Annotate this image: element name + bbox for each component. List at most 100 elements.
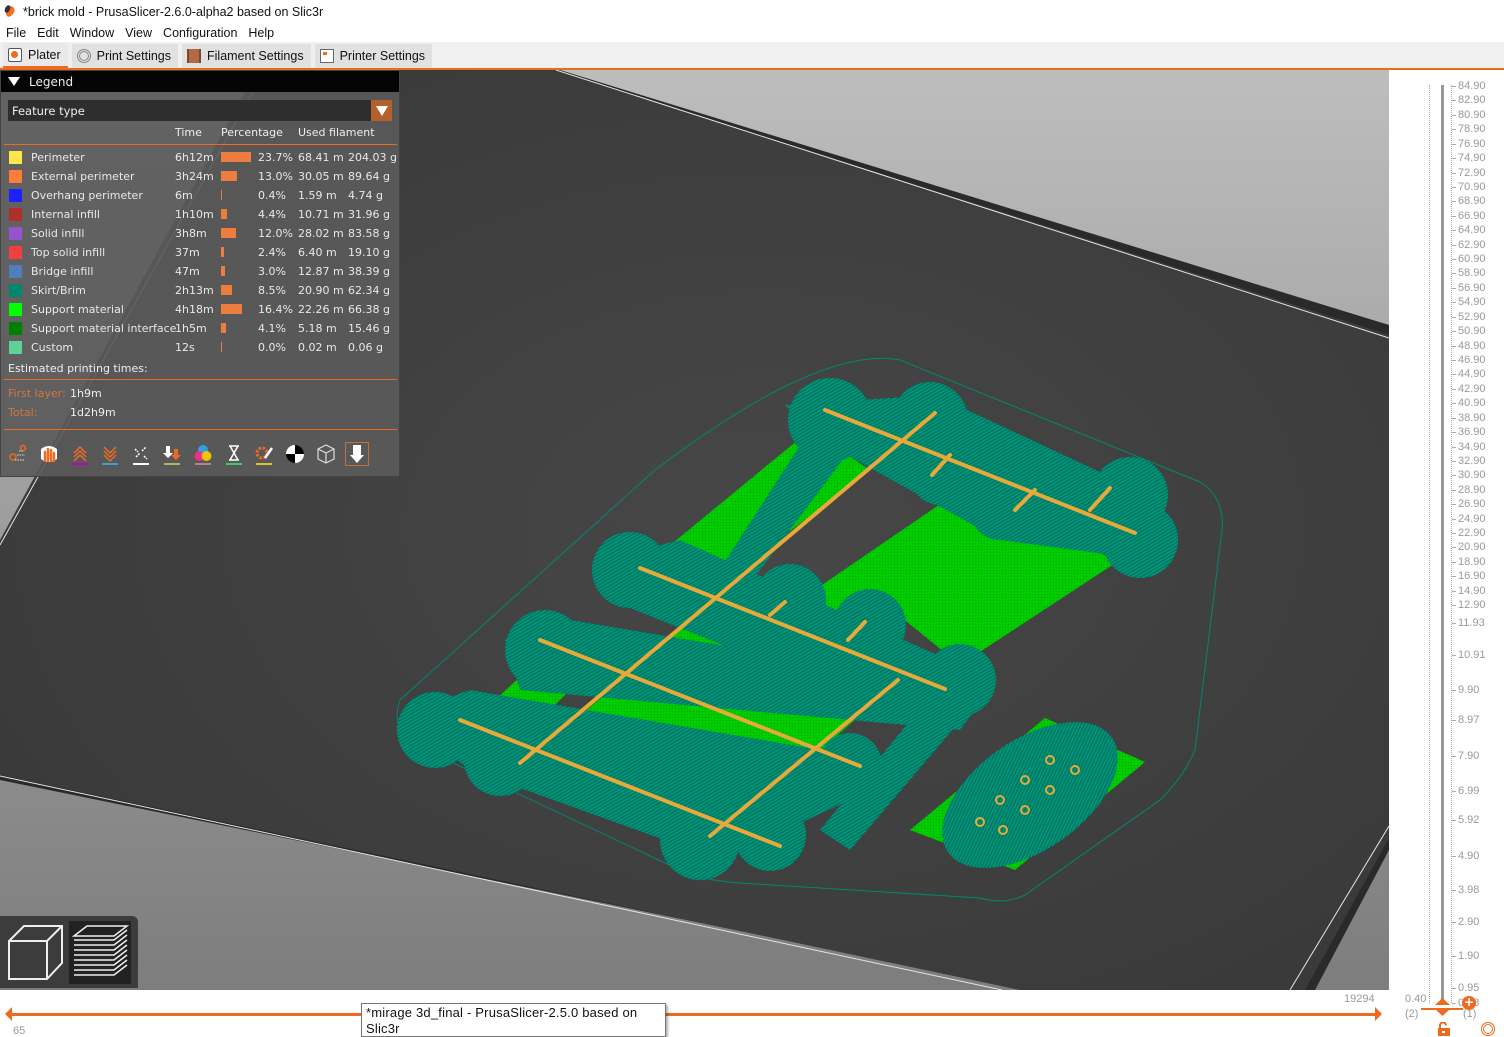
feature-time: 37m <box>175 246 200 259</box>
3d-view-button[interactable] <box>4 921 66 984</box>
feature-time: 3h24m <box>175 170 214 183</box>
feature-name: Top solid infill <box>31 246 106 259</box>
feature-time: 1h10m <box>175 208 214 221</box>
legend-row[interactable]: External perimeter 3h24m 13.0% 30.05 m 89.64… <box>1 168 401 187</box>
legend-row[interactable]: Bridge infill 47m 3.0% 12.87 m 38.39 g <box>1 263 401 282</box>
tab-filament-settings-label: Filament Settings <box>207 49 304 63</box>
preview-button[interactable] <box>69 921 131 984</box>
color-swatch <box>9 341 22 354</box>
settings-gear-icon[interactable] <box>1481 1022 1495 1036</box>
layer-height-label: 11.93 <box>1452 617 1485 629</box>
first-layer-value: 1h9m <box>70 387 102 400</box>
legend-row[interactable]: Support material 4h18m 16.4% 22.26 m 66.38 g <box>1 301 401 320</box>
feature-weight: 89.64 g <box>348 170 390 183</box>
move-slider-right-thumb[interactable] <box>1375 1007 1382 1021</box>
color-swatch <box>9 303 22 316</box>
shells-icon[interactable] <box>314 442 338 466</box>
legend-toolbar <box>6 441 376 467</box>
layer-height-label: 48.90 <box>1452 339 1486 352</box>
feature-time: 2h13m <box>175 284 214 297</box>
legend-row[interactable]: Skirt/Brim 2h13m 8.5% 20.90 m 62.34 g <box>1 282 401 301</box>
tab-printer-settings[interactable]: Printer Settings <box>314 44 433 68</box>
layer-ticks-left <box>1429 85 1433 1003</box>
add-color-change-button[interactable]: + <box>1462 996 1476 1010</box>
view-type-value: Feature type <box>12 103 85 118</box>
layer-height-label: 40.90 <box>1452 397 1486 410</box>
tab-print-settings[interactable]: Print Settings <box>71 44 178 68</box>
percentage-bar <box>221 323 227 333</box>
layer-height-label: 80.90 <box>1452 108 1486 121</box>
percentage-bar <box>221 266 225 276</box>
seams-icon[interactable] <box>129 442 153 466</box>
legend-row[interactable]: Top solid infill 37m 2.4% 6.40 m 19.10 g <box>1 244 401 263</box>
legend-row[interactable]: Perimeter 6h12m 23.7% 68.41 m 204.03 g <box>1 149 401 168</box>
legend-row[interactable]: Internal infill 1h10m 4.4% 10.71 m 31.96 g <box>1 206 401 225</box>
color-swatch <box>9 170 22 183</box>
layer-height-label: 72.90 <box>1452 166 1486 179</box>
color-swatch <box>9 246 22 259</box>
feature-time: 4h18m <box>175 303 214 316</box>
legend-header[interactable]: Legend <box>1 71 399 92</box>
estimated-times-title: Estimated printing times: <box>8 362 148 375</box>
feature-length: 0.02 m <box>298 341 337 354</box>
plater-icon <box>8 47 22 62</box>
move-slider-left-thumb[interactable] <box>5 1007 12 1021</box>
tab-plater[interactable]: Plater <box>3 43 68 68</box>
travel-icon[interactable] <box>6 442 30 466</box>
color-changes-icon[interactable] <box>191 442 215 466</box>
move-slider[interactable]: 65 19294 <box>0 990 1389 1037</box>
dropdown-arrow-button[interactable] <box>371 100 392 121</box>
legend-column-headers: Time Percentage Used filament <box>1 126 401 140</box>
layer-height-label: 78.90 <box>1452 123 1486 136</box>
menu-window[interactable]: Window <box>64 26 119 40</box>
wipe-icon[interactable] <box>37 442 61 466</box>
layer-height-label: 64.90 <box>1452 224 1486 237</box>
menu-view[interactable]: View <box>119 26 157 40</box>
feature-percent: 8.5% <box>258 284 286 297</box>
lower-layer-height: 0.40 <box>1405 993 1427 1005</box>
layer-height-label: 20.90 <box>1452 541 1486 554</box>
tab-print-settings-label: Print Settings <box>96 49 171 63</box>
layer-height-label: 7.90 <box>1451 750 1480 762</box>
menu-edit[interactable]: Edit <box>31 26 64 40</box>
layer-slider[interactable]: 84.90 82.90 80.90 78.90 76.90 74.90 72.90 70.90… <box>1389 70 1504 1037</box>
menu-help[interactable]: Help <box>242 26 279 40</box>
move-slider-track[interactable] <box>10 1013 1378 1016</box>
feature-weight: 19.10 g <box>348 246 390 259</box>
legend-row[interactable]: Solid infill 3h8m 12.0% 28.02 m 83.58 g <box>1 225 401 244</box>
menu-bar: File Edit Window View Configuration Help <box>0 23 1504 42</box>
tool-changes-icon[interactable] <box>160 442 184 466</box>
layer-height-label: 28.90 <box>1452 483 1486 496</box>
view-type-dropdown[interactable]: Feature type <box>8 100 392 121</box>
center-of-gravity-icon[interactable] <box>283 442 307 466</box>
collapse-triangle-icon <box>8 77 20 86</box>
retractions-icon[interactable] <box>68 442 92 466</box>
pause-prints-icon[interactable] <box>222 442 246 466</box>
legend-row[interactable]: Overhang perimeter 6m 0.4% 1.59 m 4.74 g <box>1 187 401 206</box>
layer-height-label: 18.90 <box>1452 555 1486 568</box>
feature-name: Skirt/Brim <box>31 284 86 297</box>
custom-gcodes-icon[interactable] <box>252 442 276 466</box>
menu-file[interactable]: File <box>0 26 31 40</box>
view-toggle-panel <box>0 916 138 988</box>
prusaslicer-window: *brick mold - PrusaSlicer-2.6.0-alpha2 b… <box>0 0 1504 1037</box>
menu-configuration[interactable]: Configuration <box>157 26 242 40</box>
tool-marker-icon[interactable] <box>344 442 369 466</box>
unlock-icon[interactable] <box>1438 1022 1450 1036</box>
filament-icon <box>187 49 201 63</box>
layer-thumb-icon[interactable] <box>1434 998 1451 1016</box>
feature-percent: 3.0% <box>258 265 286 278</box>
percentage-bar <box>221 285 232 295</box>
tab-filament-settings[interactable]: Filament Settings <box>182 44 311 68</box>
prusaslicer-icon <box>5 5 15 18</box>
legend-row[interactable]: Support material interface 1h5m 4.1% 5.18 m… <box>1 320 401 339</box>
color-swatch <box>9 322 22 335</box>
layer-height-label: 46.90 <box>1452 353 1486 366</box>
feature-weight: 204.03 g <box>348 151 397 164</box>
layer-height-label: 16.90 <box>1452 570 1486 583</box>
deretractions-icon[interactable] <box>98 442 122 466</box>
legend-row[interactable]: Custom 12s 0.0% 0.02 m 0.06 g <box>1 339 401 358</box>
layer-height-label: 34.90 <box>1452 440 1486 453</box>
feature-name: External perimeter <box>31 170 135 183</box>
layer-slider-track[interactable] <box>1441 85 1444 1003</box>
